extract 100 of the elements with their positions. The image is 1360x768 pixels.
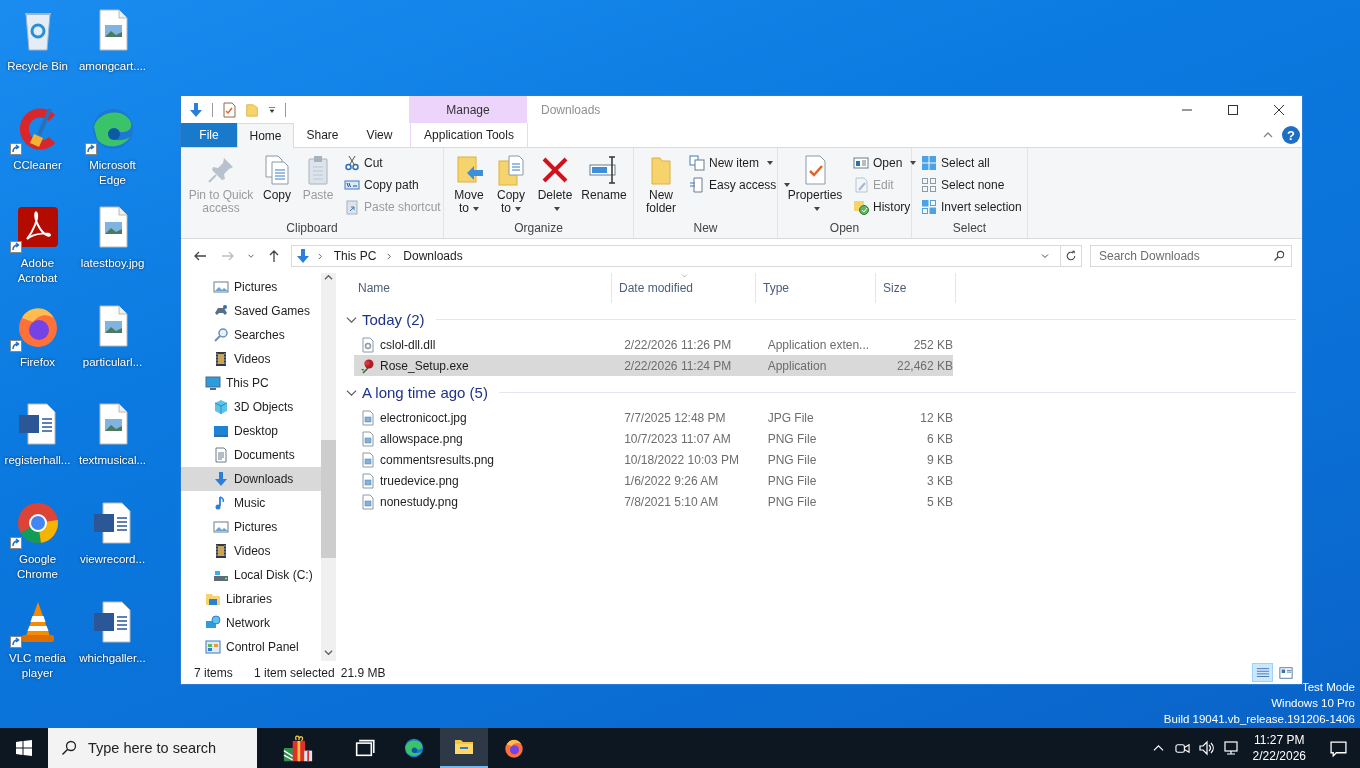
ribbon-button[interactable]: Select all [918, 152, 1025, 174]
date-cell-text: 1/6/2022 9:26 AM [623, 473, 720, 488]
icon-tile[interactable]: Microsoft Edge [75, 104, 150, 188]
size-cell-text: 6 KB [926, 431, 953, 446]
ribbon-tab[interactable]: View [351, 123, 408, 147]
icon-tile[interactable]: Adobe Acrobat [0, 203, 75, 287]
nav-item[interactable]: 3D Objects [181, 395, 321, 419]
taskbar-button[interactable] [440, 728, 488, 768]
nav-item[interactable]: Pictures [181, 515, 321, 539]
group-header[interactable]: A long time ago (5) [341, 380, 1302, 404]
breadcrumb[interactable]: This PC [329, 249, 381, 263]
icon-tile[interactable]: amongcart.... [75, 6, 150, 74]
search-field[interactable]: Type here to search [48, 728, 257, 768]
file-row[interactable]: electronicoct.jpg 7/7/2025 12:48 PM JPG File 12 KB [354, 407, 953, 428]
desktop-icon [213, 423, 229, 439]
ribbon-button[interactable]: Open [850, 152, 920, 174]
icon-tile[interactable]: Google Chrome [0, 498, 75, 582]
download-arrow-icon[interactable] [188, 101, 204, 118]
nav-item[interactable]: Pictures [181, 275, 321, 299]
icon-tile[interactable]: CCleaner [0, 104, 75, 173]
icon-tile[interactable]: Firefox [0, 301, 75, 370]
ribbon-button[interactable]: Move to [448, 152, 490, 217]
file-row[interactable]: allowspace.png 10/7/2023 11:07 AM PNG File 6 KB [354, 428, 953, 449]
clock-time[interactable]: 11:27 PM [1254, 732, 1305, 748]
ribbon-tab[interactable]: Home [237, 123, 294, 148]
view-button[interactable] [1252, 663, 1273, 682]
icon-tile[interactable]: particularl... [75, 301, 150, 370]
speaker-icon[interactable] [1198, 740, 1215, 756]
search-field[interactable]: Search Downloads [1090, 245, 1292, 267]
group-header[interactable]: Today (2) [341, 307, 1302, 331]
clock-date[interactable]: 2/22/2026 [1252, 748, 1306, 764]
caret-icon[interactable] [267, 104, 277, 115]
ribbon-button[interactable]: New folder [638, 152, 684, 217]
column-header[interactable]: Type [756, 273, 876, 303]
nav-item[interactable]: Desktop [181, 419, 321, 443]
nav-item[interactable]: This PC [181, 371, 321, 395]
file-row[interactable]: truedevice.png 1/6/2022 9:26 AM PNG File 3 KB [354, 470, 953, 491]
close-icon [1274, 104, 1284, 115]
nav-item[interactable]: Downloads [181, 467, 321, 491]
ribbon-button[interactable]: Copy to [490, 152, 532, 217]
date-cell-text: 2/22/2026 11:24 PM [623, 358, 733, 373]
icon-tile[interactable]: VLC media player [0, 597, 75, 681]
nav-item[interactable]: Network [181, 611, 321, 635]
ribbon-button[interactable]: Copy [257, 152, 297, 204]
file-row[interactable]: nonestudy.png 7/8/2021 5:10 AM PNG File 5 KB [354, 491, 953, 512]
nav-item[interactable]: Videos [181, 347, 321, 371]
ribbon-button[interactable]: Cut [341, 152, 444, 174]
document-icon [213, 447, 229, 463]
icon-tile[interactable]: textmusical... [75, 400, 150, 469]
file-row[interactable]: cslol-dll.dll 2/22/2026 11:26 PM Application exten... 252 KB [354, 334, 953, 355]
caret-icon [515, 206, 521, 211]
icon-tile[interactable]: latestboy.jpg [75, 203, 150, 272]
properties-icon[interactable] [221, 101, 237, 118]
address-bar[interactable]: This PC Downloads [290, 245, 1062, 267]
chevron-right-icon [316, 252, 324, 260]
date-cell-text: 10/7/2023 11:07 AM [623, 431, 732, 446]
nav-item[interactable]: Local Disk (C:) [181, 563, 321, 587]
column-header[interactable]: Size [876, 273, 956, 303]
file-row[interactable]: Rose_Setup.exe 2/22/2026 11:24 PM Application 22,462 KB [354, 355, 953, 376]
column-header[interactable]: Name [341, 273, 612, 303]
file-row[interactable]: commentsresults.png 10/18/2022 10:03 PM PNG File 9 KB [354, 449, 953, 470]
chevron-up-icon[interactable] [1153, 742, 1165, 754]
icon-tile[interactable]: registerhall... [0, 400, 75, 469]
caret-icon [814, 206, 820, 211]
scroll-down-icon [324, 648, 333, 657]
nav-item[interactable]: Videos [181, 539, 321, 563]
icon-tile[interactable]: Recycle Bin [0, 6, 75, 74]
ribbon-button[interactable]: Select none [918, 174, 1025, 196]
nav-item[interactable]: Music [181, 491, 321, 515]
ribbon-tab[interactable]: File [181, 123, 237, 147]
nav-item[interactable]: Libraries [181, 587, 321, 611]
caret-icon [910, 161, 917, 165]
search-icon [61, 740, 77, 756]
ribbon-tab[interactable]: Application Tools [410, 123, 528, 147]
task-view-icon [353, 737, 375, 759]
cube-icon [213, 399, 229, 415]
column-header[interactable]: Date modified [612, 273, 756, 303]
ribbon-button[interactable]: Invert selection [918, 196, 1025, 218]
item-count: 7 items [194, 665, 234, 680]
caret-icon [784, 183, 791, 187]
ribbon-button[interactable]: Copy path [341, 174, 444, 196]
ribbon-button[interactable]: Rename [578, 152, 630, 204]
nav-item[interactable]: Saved Games [181, 299, 321, 323]
ribbon-group-label: Clipboard [285, 220, 339, 237]
ribbon-tab[interactable]: Share [294, 123, 351, 147]
size-cell-text: 12 KB [919, 410, 953, 425]
ribbon-button[interactable]: History [850, 196, 920, 218]
nav-item[interactable]: Searches [181, 323, 321, 347]
scrollbar[interactable] [321, 273, 336, 661]
notification-icon[interactable] [1329, 739, 1347, 757]
ribbon-group-label: New [692, 220, 719, 237]
icon-tile[interactable]: whichgaller... [75, 597, 150, 666]
nav-item[interactable]: Documents [181, 443, 321, 467]
icon-tile[interactable]: viewrecord... [75, 498, 150, 567]
ribbon-button[interactable]: Delete [532, 152, 578, 217]
network-icon[interactable] [1222, 740, 1239, 756]
refresh-button[interactable] [1061, 245, 1082, 267]
breadcrumb[interactable]: Downloads [399, 249, 467, 263]
help-button[interactable]: ? [1282, 126, 1300, 144]
nav-item[interactable]: Control Panel [181, 635, 321, 659]
